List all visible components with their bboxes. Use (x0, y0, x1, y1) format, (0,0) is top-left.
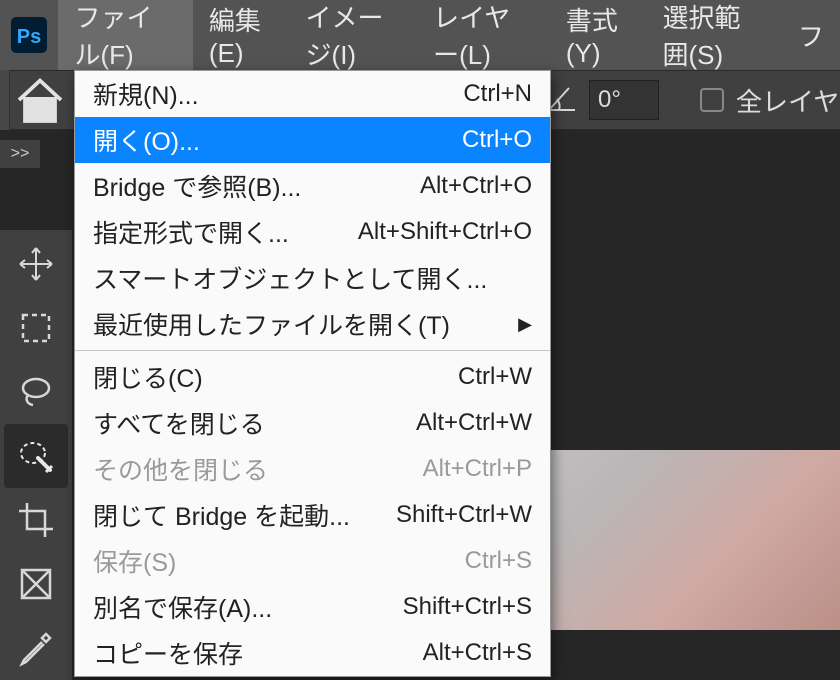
menubar: Ps ファイル(F)編集(E)イメージ(I)レイヤー(L)書式(Y)選択範囲(S… (0, 0, 840, 70)
toolbox (0, 230, 72, 680)
menu-item-label: コピーを保存 (93, 635, 243, 671)
menu-item-shortcut: Alt+Ctrl+S (423, 639, 532, 667)
file-menu-item-11: 保存(S) Ctrl+S (75, 538, 550, 584)
menu-item-label: 閉じて Bridge を起動... (93, 497, 350, 533)
menu-item-shortcut: Alt+Ctrl+O (420, 172, 532, 200)
menu-item-shortcut: Ctrl+O (462, 126, 532, 154)
menubar-item-4[interactable]: 書式(Y) (550, 0, 647, 70)
marquee-tool[interactable] (4, 296, 68, 360)
menu-item-label: Bridge で参照(B)... (93, 168, 301, 204)
angle-input[interactable] (589, 80, 659, 120)
menubar-item-1[interactable]: 編集(E) (193, 0, 290, 70)
file-menu-item-13[interactable]: コピーを保存 Alt+Ctrl+S (75, 630, 550, 676)
all-layers-label: 全レイヤ (736, 82, 839, 119)
collapse-toolbar-button[interactable]: >> (0, 140, 40, 168)
submenu-arrow-icon: ▶ (518, 314, 532, 335)
file-menu-item-1[interactable]: 開く(O)... Ctrl+O (75, 117, 550, 163)
file-menu-item-2[interactable]: Bridge で参照(B)... Alt+Ctrl+O (75, 163, 550, 209)
menubar-item-3[interactable]: レイヤー(L) (417, 0, 550, 70)
menu-item-shortcut: Shift+Ctrl+S (403, 593, 532, 621)
file-menu-item-8[interactable]: すべてを閉じる Alt+Ctrl+W (75, 400, 550, 446)
menu-item-label: すべてを閉じる (93, 405, 265, 441)
quick-selection-tool[interactable] (4, 424, 68, 488)
menu-item-shortcut: Ctrl+N (463, 80, 532, 108)
checkbox-icon[interactable] (700, 88, 724, 112)
file-menu-item-0[interactable]: 新規(N)... Ctrl+N (75, 71, 550, 117)
menu-item-label: 別名で保存(A)... (93, 589, 272, 625)
angle-option (545, 80, 659, 121)
menu-item-shortcut: Alt+Shift+Ctrl+O (358, 218, 532, 246)
frame-tool[interactable] (4, 552, 68, 616)
file-menu-item-12[interactable]: 別名で保存(A)... Shift+Ctrl+S (75, 584, 550, 630)
file-menu-item-10[interactable]: 閉じて Bridge を起動... Shift+Ctrl+W (75, 492, 550, 538)
menu-item-shortcut: Alt+Ctrl+P (423, 455, 532, 483)
menu-item-shortcut: Alt+Ctrl+W (416, 409, 532, 437)
options-grip (0, 70, 10, 130)
photoshop-logo: Ps (0, 0, 58, 70)
eyedropper-tool[interactable] (4, 616, 68, 680)
lasso-tool[interactable] (4, 360, 68, 424)
menubar-item-6[interactable]: フ (782, 0, 840, 70)
svg-text:Ps: Ps (17, 26, 41, 48)
move-tool[interactable] (4, 232, 68, 296)
menu-item-shortcut: Ctrl+S (465, 547, 532, 575)
home-icon[interactable] (10, 70, 70, 130)
file-menu-item-7[interactable]: 閉じる(C) Ctrl+W (75, 354, 550, 400)
all-layers-option[interactable]: 全レイヤ (700, 82, 839, 119)
menu-item-label: その他を閉じる (93, 451, 268, 487)
menu-item-shortcut: Shift+Ctrl+W (396, 501, 532, 529)
menu-item-shortcut: Ctrl+W (458, 363, 532, 391)
menu-item-label: 閉じる(C) (93, 359, 203, 395)
menu-separator (75, 350, 550, 351)
file-menu-item-4[interactable]: スマートオブジェクトとして開く... (75, 255, 550, 301)
menubar-item-2[interactable]: イメージ(I) (290, 0, 418, 70)
menu-item-label: 指定形式で開く... (93, 214, 289, 250)
menu-item-label: 開く(O)... (93, 122, 200, 158)
crop-tool[interactable] (4, 488, 68, 552)
menu-item-label: スマートオブジェクトとして開く... (93, 260, 487, 296)
menu-item-label: 保存(S) (93, 543, 176, 579)
file-menu-item-5[interactable]: 最近使用したファイルを開く(T) ▶ (75, 301, 550, 347)
file-menu-item-3[interactable]: 指定形式で開く... Alt+Shift+Ctrl+O (75, 209, 550, 255)
file-menu-dropdown: 新規(N)... Ctrl+N 開く(O)... Ctrl+O Bridge で参照(B… (74, 70, 551, 677)
file-menu-item-9: その他を閉じる Alt+Ctrl+P (75, 446, 550, 492)
menubar-item-0[interactable]: ファイル(F) (58, 0, 192, 70)
menu-item-label: 新規(N)... (93, 76, 199, 112)
menu-item-label: 最近使用したファイルを開く(T) (93, 306, 450, 342)
menubar-item-5[interactable]: 選択範囲(S) (647, 0, 782, 70)
